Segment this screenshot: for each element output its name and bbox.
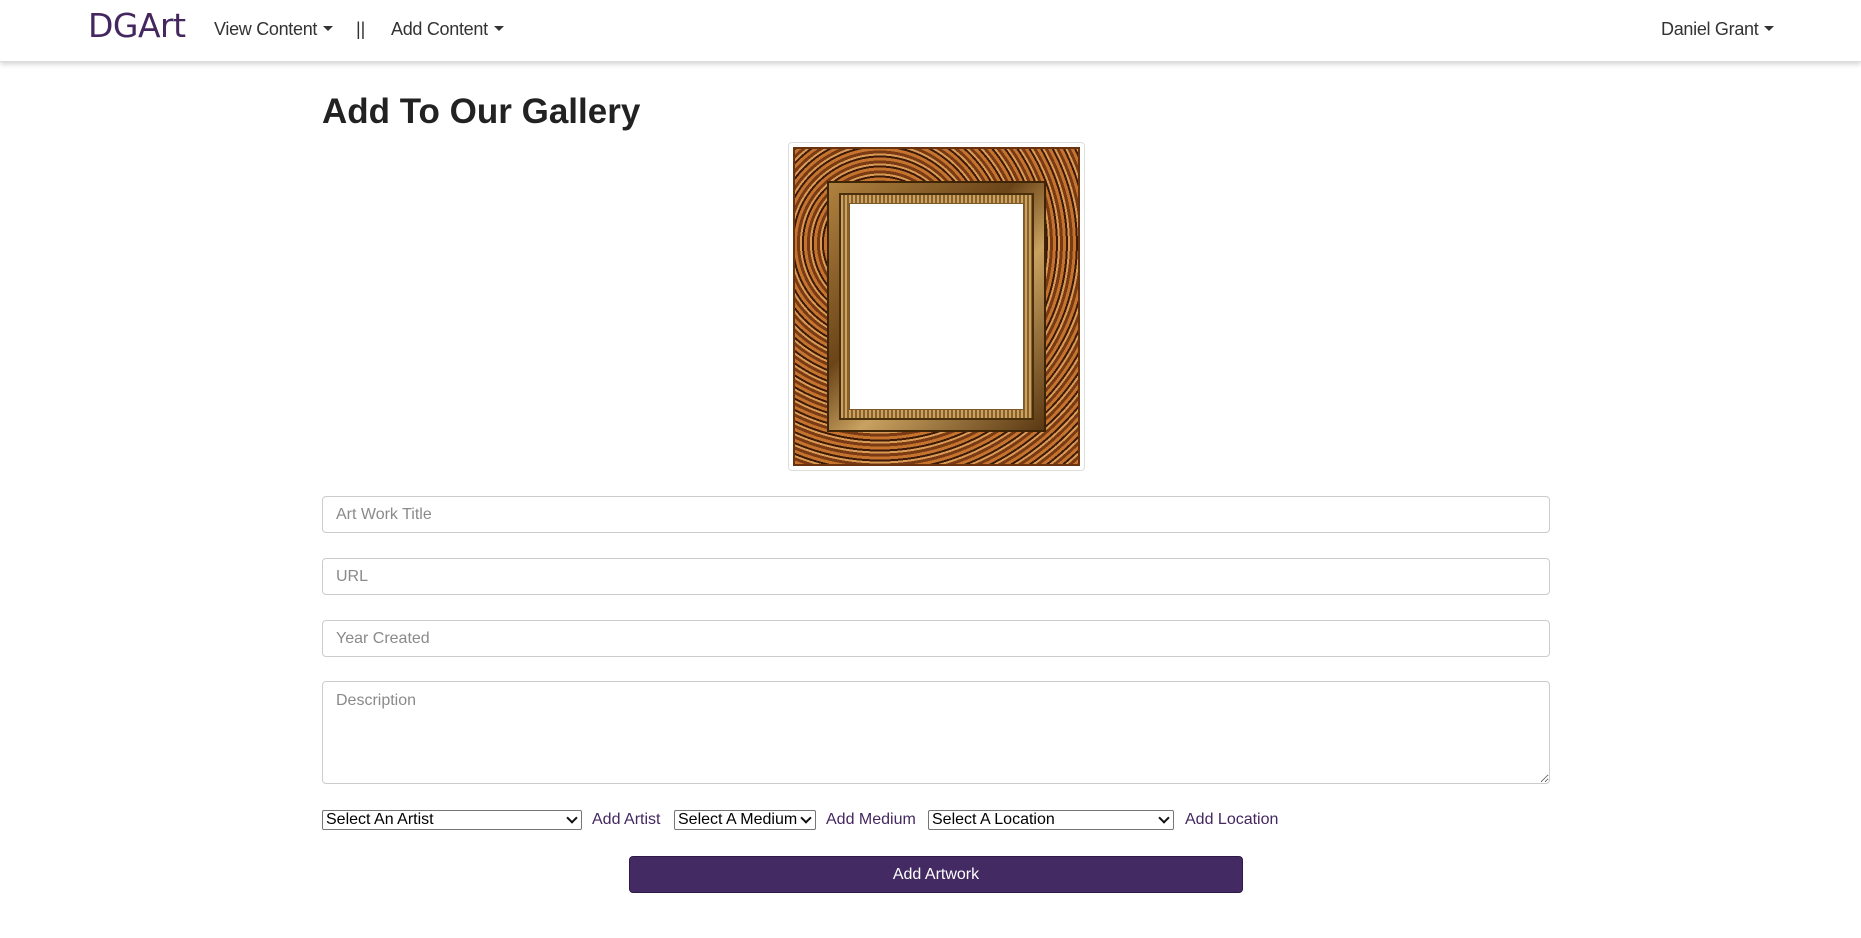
user-name: Daniel Grant: [1661, 19, 1759, 39]
medium-select[interactable]: Select A Medium: [674, 810, 816, 830]
year-created-input[interactable]: [322, 620, 1550, 657]
view-content-dropdown[interactable]: View Content: [214, 19, 334, 40]
chevron-down-icon: [1158, 812, 1170, 824]
picture-frame-image: [793, 147, 1080, 466]
page-title: Add To Our Gallery: [322, 92, 641, 131]
artist-select[interactable]: Select An Artist: [322, 810, 582, 830]
add-content-dropdown[interactable]: Add Content: [391, 19, 504, 40]
artwork-preview-thumbnail: [788, 142, 1085, 471]
navbar: DGArt View Content || Add Content Daniel…: [0, 0, 1861, 62]
location-select-value: Select A Location: [932, 811, 1055, 828]
nav-separator: ||: [356, 19, 366, 39]
chevron-down-icon: [800, 812, 812, 824]
description-textarea[interactable]: [322, 681, 1550, 784]
add-content-label: Add Content: [391, 19, 488, 39]
caret-down-icon: [1764, 25, 1775, 31]
add-medium-link[interactable]: Add Medium: [826, 811, 916, 829]
add-artwork-button[interactable]: Add Artwork: [629, 856, 1243, 893]
location-select[interactable]: Select A Location: [928, 810, 1174, 830]
url-input[interactable]: [322, 558, 1550, 595]
artist-select-value: Select An Artist: [326, 811, 434, 828]
artwork-title-input[interactable]: [322, 496, 1550, 533]
medium-select-value: Select A Medium: [678, 811, 798, 828]
add-location-link[interactable]: Add Location: [1185, 811, 1278, 829]
chevron-down-icon: [566, 812, 578, 824]
brand-logo[interactable]: DGArt: [88, 6, 186, 45]
add-artist-link[interactable]: Add Artist: [592, 811, 660, 829]
caret-down-icon: [323, 25, 334, 31]
caret-down-icon: [493, 25, 504, 31]
view-content-label: View Content: [214, 19, 318, 39]
user-menu-dropdown[interactable]: Daniel Grant: [1661, 19, 1775, 40]
